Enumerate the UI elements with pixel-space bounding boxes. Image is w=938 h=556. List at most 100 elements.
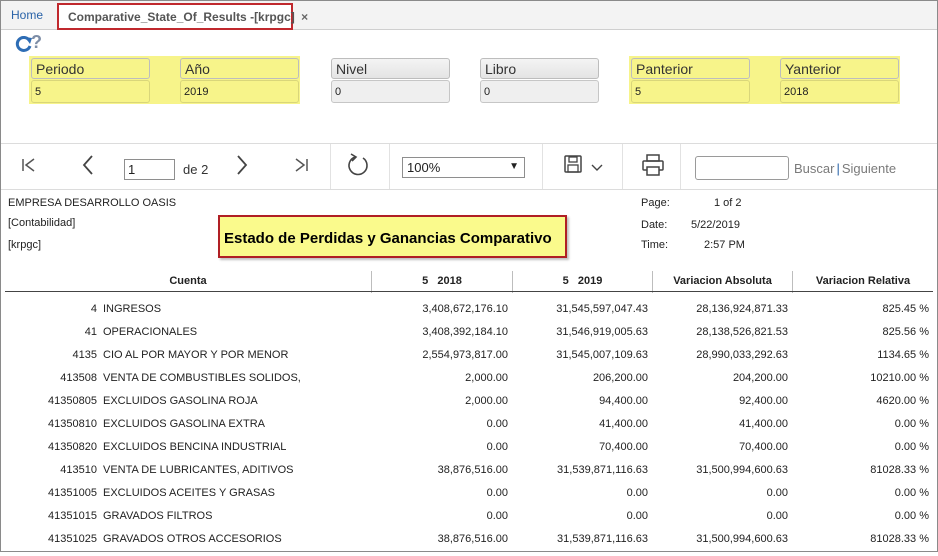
help-icon[interactable]: ?	[31, 32, 42, 53]
column-header-cuenta: Cuenta	[169, 275, 207, 287]
table-row: 41351015 GRAVADOS FILTROS 0.00 0.00 0.00 0.00…	[0, 510, 938, 533]
previous-page-icon[interactable]	[79, 154, 97, 176]
account-name: OPERACIONALES	[103, 326, 198, 338]
search-input[interactable]	[695, 156, 789, 180]
param-label-panterior: Panterior	[631, 58, 750, 79]
header-underline	[5, 291, 933, 292]
account-name: EXCLUIDOS GASOLINA ROJA	[103, 395, 258, 407]
table-row: 4 INGRESOS 3,408,672,176.10 31,545,597,047.…	[0, 303, 938, 326]
print-icon[interactable]	[641, 153, 665, 177]
param-label-ano: Año	[180, 58, 299, 79]
value-2019: 70,400.00	[599, 441, 648, 453]
page-number-input[interactable]: 1	[124, 159, 175, 180]
zoom-select[interactable]: 100% ▼	[402, 157, 525, 178]
param-input-nivel[interactable]: 0	[331, 80, 450, 103]
param-label-yanterior: Yanterior	[780, 58, 899, 79]
page-label: Page:	[641, 197, 670, 209]
value-2019: 94,400.00	[599, 395, 648, 407]
variacion-relativa: 0.00 %	[894, 418, 929, 430]
variacion-relativa: 81028.33 %	[870, 464, 929, 476]
value-2018: 2,000.00	[465, 395, 508, 407]
variacion-absoluta: 31,500,994,600.63	[696, 533, 788, 545]
toolbar-separator	[330, 144, 331, 189]
time-label: Time:	[641, 239, 669, 251]
variacion-absoluta: 31,500,994,600.63	[696, 464, 788, 476]
param-input-yanterior[interactable]: 2018	[780, 80, 899, 103]
variacion-relativa: 4620.00 %	[876, 395, 929, 407]
value-2018: 3,408,392,184.10	[422, 326, 508, 338]
account-name: EXCLUIDOS ACEITES Y GRASAS	[103, 487, 275, 499]
variacion-relativa: 825.45 %	[882, 303, 929, 315]
param-input-periodo[interactable]: 5	[31, 80, 150, 103]
dropdown-arrow-icon: ▼	[509, 161, 519, 172]
tab-comparative-state-of-results[interactable]: Comparative_State_Of_Results -[krpgc] ×	[57, 3, 308, 30]
page-value: 1 of 2	[714, 197, 742, 209]
variacion-relativa: 1134.65 %	[877, 349, 929, 361]
search-button[interactable]: Buscar	[794, 161, 834, 176]
value-2019: 31,545,597,047.43	[556, 303, 648, 315]
account-name: EXCLUIDOS BENCINA INDUSTRIAL	[103, 441, 287, 453]
variacion-absoluta: 70,400.00	[739, 441, 788, 453]
date-value: 5/22/2019	[691, 219, 740, 231]
variacion-relativa: 0.00 %	[894, 441, 929, 453]
variacion-absoluta: 28,990,033,292.63	[696, 349, 788, 361]
column-header-2019: 5 2019	[562, 275, 603, 287]
save-icon[interactable]	[563, 154, 585, 176]
toolbar-separator	[680, 144, 681, 189]
variacion-absoluta: 41,400.00	[739, 418, 788, 430]
company-name: EMPRESA DESARROLLO OASIS	[8, 197, 177, 209]
chevron-down-icon[interactable]	[591, 164, 603, 172]
close-icon[interactable]: ×	[301, 10, 308, 24]
value-2018: 0.00	[486, 510, 508, 522]
variacion-absoluta: 28,138,526,821.53	[696, 326, 788, 338]
variacion-relativa: 0.00 %	[894, 510, 929, 522]
value-2018: 2,554,973,817.00	[422, 349, 508, 361]
variacion-relativa: 10210.00 %	[870, 372, 929, 384]
table-row: 4135 CIO AL POR MAYOR Y POR MENOR 2,554,97…	[0, 349, 938, 372]
report-title: Estado de Perdidas y Ganancias Comparati…	[218, 215, 567, 258]
param-input-libro[interactable]: 0	[480, 80, 599, 103]
account-name: CIO AL POR MAYOR Y POR MENOR	[103, 349, 289, 361]
table-row: 41 OPERACIONALES 3,408,392,184.10 31,546,91…	[0, 326, 938, 349]
param-label-nivel: Nivel	[331, 58, 450, 79]
account-code: 41351025	[48, 533, 97, 545]
value-2018: 38,876,516.00	[437, 533, 508, 545]
value-2018: 3,408,672,176.10	[422, 303, 508, 315]
time-value: 2:57 PM	[704, 239, 745, 251]
param-input-ano[interactable]: 2019	[180, 80, 299, 103]
next-button[interactable]: Siguiente	[842, 161, 896, 176]
table-row: 41350805 EXCLUIDOS GASOLINA ROJA 2,000.00 9…	[0, 395, 938, 418]
variacion-absoluta: 204,200.00	[732, 372, 788, 384]
last-page-icon[interactable]	[292, 156, 310, 174]
table-row: 413510 VENTA DE LUBRICANTES, ADITIVOS 38,8…	[0, 464, 938, 487]
account-name: GRAVADOS OTROS ACCESORIOS	[103, 533, 282, 545]
value-2019: 31,539,871,116.63	[557, 464, 648, 476]
column-header-variacion-relativa: Variacion Relativa	[815, 275, 911, 287]
value-2018: 38,876,516.00	[437, 464, 508, 476]
toolbar-separator	[542, 144, 543, 189]
tab-home[interactable]: Home	[11, 8, 43, 22]
account-code: 4135	[72, 349, 97, 361]
next-page-icon[interactable]	[233, 154, 251, 176]
variacion-relativa: 825.56 %	[882, 326, 929, 338]
report-code: [krpgc]	[8, 239, 42, 251]
account-code: 413510	[60, 464, 97, 476]
value-2019: 206,200.00	[592, 372, 648, 384]
account-code: 41350820	[48, 441, 97, 453]
variacion-relativa: 0.00 %	[894, 487, 929, 499]
param-label-periodo: Periodo	[31, 58, 150, 79]
value-2018: 0.00	[486, 487, 508, 499]
account-name: GRAVADOS FILTROS	[103, 510, 213, 522]
account-code: 4	[90, 303, 97, 315]
account-code: 41	[84, 326, 97, 338]
param-input-panterior[interactable]: 5	[631, 80, 750, 103]
value-2019: 31,546,919,005.63	[556, 326, 648, 338]
search-separator: |	[836, 161, 840, 176]
page-count-label: de 2	[183, 162, 209, 177]
account-code: 41351015	[48, 510, 97, 522]
table-row: 41351025 GRAVADOS OTROS ACCESORIOS 38,876,…	[0, 533, 938, 556]
first-page-icon[interactable]	[20, 156, 38, 174]
refresh-report-icon[interactable]	[346, 153, 370, 177]
zoom-value: 100%	[407, 160, 441, 175]
variacion-absoluta: 28,136,924,871.33	[696, 303, 788, 315]
